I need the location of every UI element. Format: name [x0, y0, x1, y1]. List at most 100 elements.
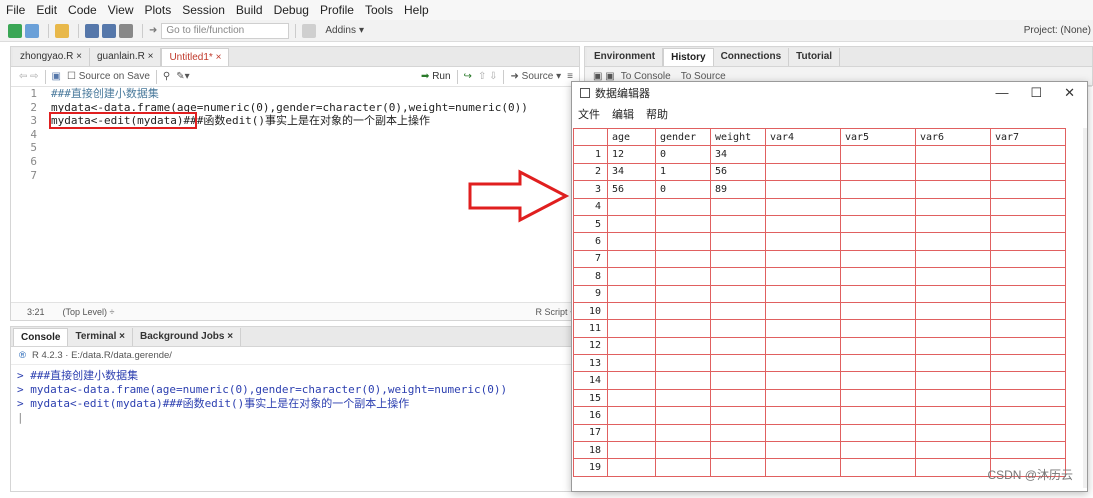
- data-cell[interactable]: [840, 232, 916, 251]
- data-cell[interactable]: [840, 180, 916, 199]
- data-cell[interactable]: [915, 249, 991, 269]
- menu-item-edit[interactable]: Edit: [36, 3, 57, 17]
- project-menu[interactable]: Project: (None): [1024, 25, 1091, 36]
- wand-icon[interactable]: ✎▾: [176, 71, 189, 82]
- data-cell[interactable]: 1: [655, 162, 711, 182]
- data-cell[interactable]: [915, 423, 991, 443]
- data-cell[interactable]: [710, 232, 766, 251]
- data-cell[interactable]: [607, 371, 656, 390]
- data-cell[interactable]: [765, 423, 841, 443]
- data-cell[interactable]: [840, 214, 916, 234]
- data-cell[interactable]: [915, 162, 991, 182]
- data-cell[interactable]: [915, 441, 991, 460]
- data-cell[interactable]: [765, 232, 841, 251]
- run-button[interactable]: ➡ Run: [421, 71, 451, 82]
- data-cell[interactable]: [710, 423, 766, 443]
- data-cell[interactable]: [655, 441, 711, 460]
- data-cell[interactable]: [915, 406, 991, 425]
- menu-item-profile[interactable]: Profile: [320, 3, 354, 17]
- tab-guanlain[interactable]: guanlain.R ×: [90, 48, 162, 66]
- data-cell[interactable]: [915, 284, 991, 303]
- menu-item-debug[interactable]: Debug: [274, 3, 309, 17]
- data-cell[interactable]: [710, 267, 766, 286]
- menu-item-build[interactable]: Build: [236, 3, 263, 17]
- tab-connections[interactable]: Connections: [713, 48, 790, 66]
- data-cell[interactable]: [655, 197, 711, 216]
- data-cell[interactable]: [710, 371, 766, 390]
- data-cell[interactable]: [840, 249, 916, 269]
- data-cell[interactable]: [655, 301, 711, 321]
- new-project-icon[interactable]: [25, 23, 39, 38]
- data-cell[interactable]: [990, 354, 1066, 373]
- column-header[interactable]: age: [607, 127, 656, 147]
- data-cell[interactable]: [765, 249, 841, 269]
- column-header[interactable]: var7: [990, 127, 1066, 147]
- data-cell[interactable]: [765, 441, 841, 460]
- tab-terminal[interactable]: Terminal ×: [68, 328, 134, 346]
- data-cell[interactable]: [607, 249, 656, 269]
- data-cell[interactable]: [765, 180, 841, 199]
- data-cell[interactable]: [840, 319, 916, 338]
- data-cell[interactable]: [710, 214, 766, 234]
- data-cell[interactable]: [840, 336, 916, 356]
- data-cell[interactable]: [710, 284, 766, 303]
- data-cell[interactable]: 0: [655, 145, 711, 164]
- new-file-icon[interactable]: [8, 23, 22, 38]
- data-cell[interactable]: [607, 267, 656, 286]
- data-cell[interactable]: [915, 354, 991, 373]
- data-cell[interactable]: [915, 180, 991, 199]
- file-type-selector[interactable]: R Script ÷: [536, 307, 575, 317]
- data-cell[interactable]: [607, 336, 656, 356]
- rerun-icon[interactable]: ↪: [464, 71, 472, 82]
- data-cell[interactable]: [710, 197, 766, 216]
- data-cell[interactable]: [990, 180, 1066, 199]
- data-cell[interactable]: [655, 319, 711, 338]
- data-cell[interactable]: [607, 232, 656, 251]
- data-cell[interactable]: [607, 284, 656, 303]
- data-cell[interactable]: [915, 301, 991, 321]
- back-icon[interactable]: ⇦ ⇨: [19, 71, 39, 82]
- data-cell[interactable]: [840, 354, 916, 373]
- data-cell[interactable]: [840, 406, 916, 425]
- column-header[interactable]: weight: [710, 127, 766, 147]
- data-cell[interactable]: [607, 458, 656, 477]
- tab-zhongyao[interactable]: zhongyao.R ×: [13, 48, 90, 66]
- data-cell[interactable]: [607, 197, 656, 216]
- data-cell[interactable]: 34: [710, 145, 766, 164]
- data-cell[interactable]: [710, 336, 766, 356]
- column-header[interactable]: var4: [765, 127, 841, 147]
- data-cell[interactable]: [607, 319, 656, 338]
- up-icon[interactable]: ⇧ ⇩: [478, 71, 498, 82]
- data-cell[interactable]: [840, 458, 916, 477]
- data-cell[interactable]: 12: [607, 145, 656, 164]
- data-cell[interactable]: [710, 249, 766, 269]
- data-cell[interactable]: [655, 232, 711, 251]
- data-cell[interactable]: 56: [710, 162, 766, 182]
- data-cell[interactable]: [765, 371, 841, 390]
- data-cell[interactable]: [915, 267, 991, 286]
- data-cell[interactable]: [990, 388, 1066, 408]
- data-cell[interactable]: [990, 284, 1066, 303]
- data-cell[interactable]: [765, 214, 841, 234]
- data-grid[interactable]: age gender weight var4 var5 var6 var7 1 12 0 34 2 34…: [573, 127, 1066, 477]
- save-file-icon[interactable]: ▣: [52, 71, 61, 82]
- console-output[interactable]: > ###直接创建小数据集 > mydata<-data.frame(age=n…: [11, 365, 579, 429]
- menu-item-tools[interactable]: Tools: [365, 3, 393, 17]
- tab-background-jobs[interactable]: Background Jobs ×: [133, 328, 242, 346]
- data-cell[interactable]: [990, 249, 1066, 269]
- data-cell[interactable]: [840, 388, 916, 408]
- data-cell[interactable]: [765, 458, 841, 477]
- data-cell[interactable]: [710, 354, 766, 373]
- data-cell[interactable]: [990, 319, 1066, 338]
- data-cell[interactable]: [655, 406, 711, 425]
- data-cell[interactable]: [765, 301, 841, 321]
- data-cell[interactable]: [990, 336, 1066, 356]
- data-cell[interactable]: [607, 214, 656, 234]
- open-folder-icon[interactable]: [55, 23, 69, 38]
- menu-item-file[interactable]: File: [6, 3, 25, 17]
- data-cell[interactable]: [765, 388, 841, 408]
- data-cell[interactable]: [655, 249, 711, 269]
- tab-history[interactable]: History: [663, 48, 714, 66]
- data-cell[interactable]: [990, 406, 1066, 425]
- data-cell[interactable]: [990, 371, 1066, 390]
